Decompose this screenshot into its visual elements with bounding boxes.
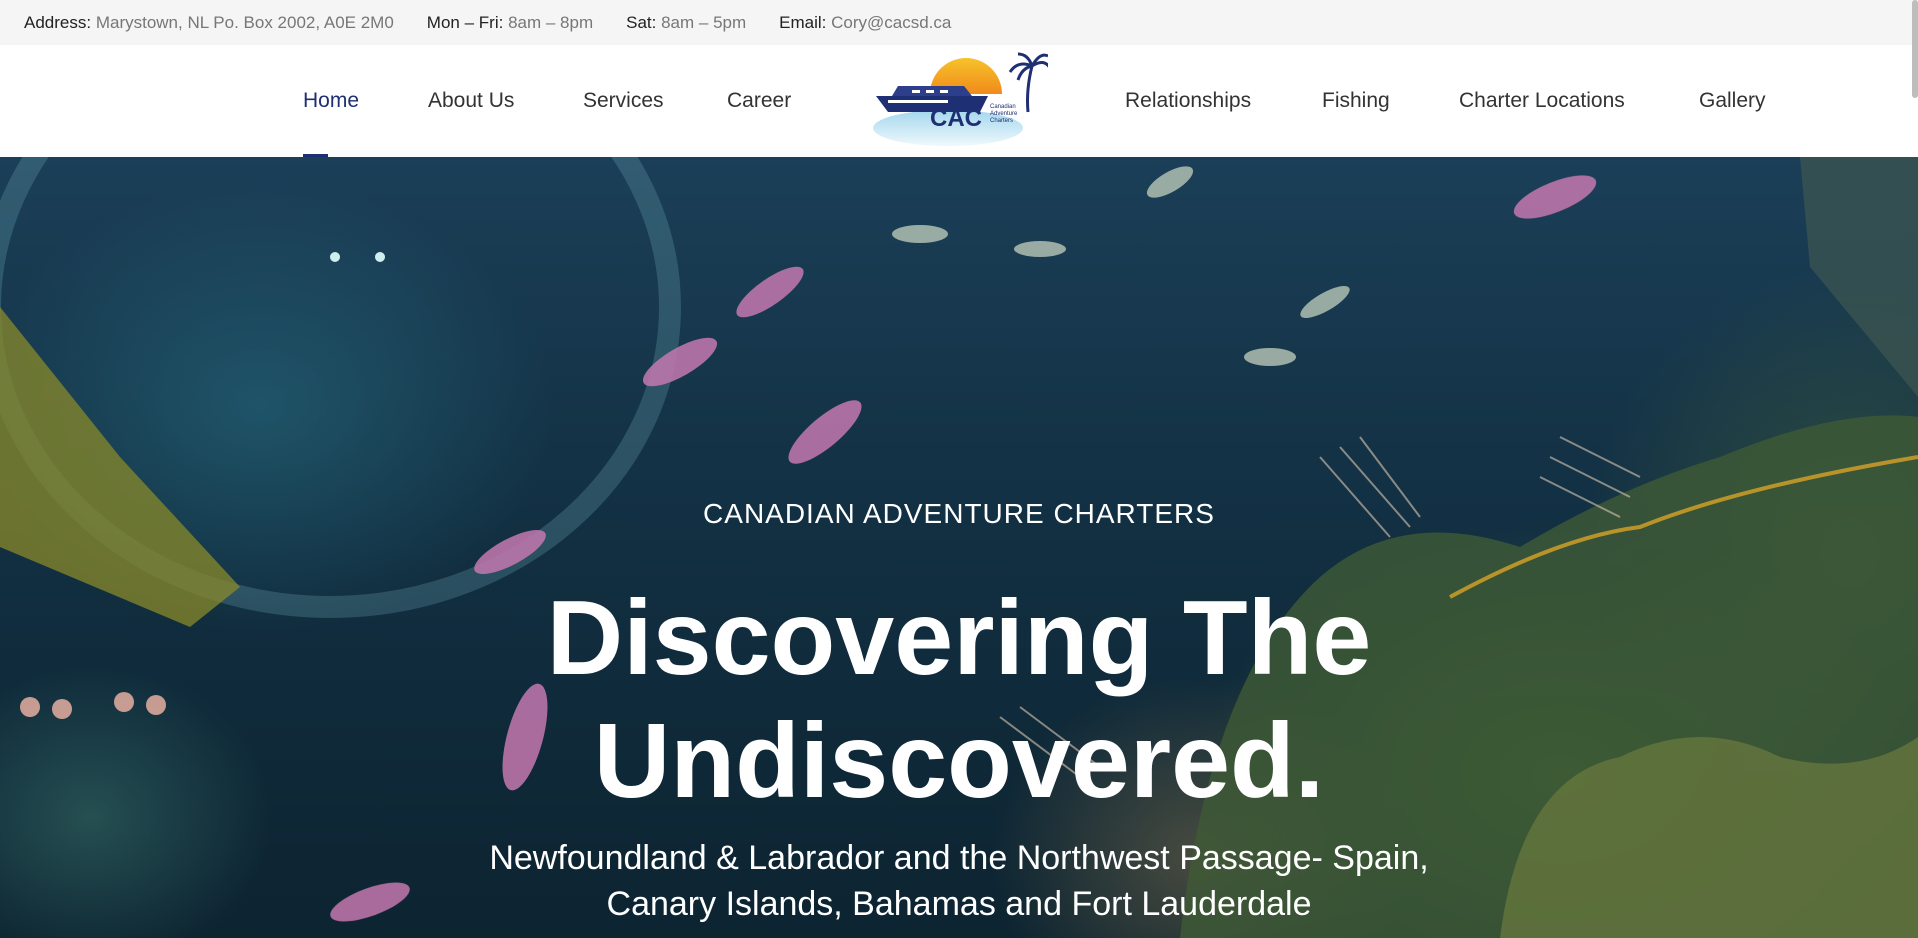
logo-graphic: CAC Canadian Adventure Charters <box>873 52 1052 146</box>
nav-item-career[interactable]: Career <box>727 45 791 157</box>
hero-title: Discovering The Undiscovered. <box>0 577 1918 823</box>
logo-tagline: Charters <box>990 118 1013 124</box>
site-logo[interactable]: CAC Canadian Adventure Charters <box>868 50 1052 146</box>
address-label: Address: <box>24 12 92 32</box>
scrollbar-thumb[interactable] <box>1912 0 1918 98</box>
nav-item-label: Services <box>583 89 664 112</box>
nav-item-label: Charter Locations <box>1459 89 1625 112</box>
logo-tagline: Canadian <box>990 104 1016 110</box>
nav-item-label: Gallery <box>1699 89 1766 112</box>
email-link[interactable]: Cory@cacsd.ca <box>831 13 951 32</box>
nav-item-fishing[interactable]: Fishing <box>1322 45 1390 157</box>
hero-subtitle-line: Newfoundland & Labrador and the Northwes… <box>489 839 1429 877</box>
nav-item-label: Fishing <box>1322 89 1390 112</box>
weekday-hours-label: Mon – Fri: <box>426 12 504 32</box>
logo-tagline: Adventure <box>990 111 1018 117</box>
nav-item-label: About Us <box>428 89 515 112</box>
hero-eyebrow: CANADIAN ADVENTURE CHARTERS <box>703 498 1215 529</box>
nav-item-label: Home <box>303 89 360 112</box>
address-info: Address: Marystown, NL Po. Box 2002, A0E… <box>24 13 394 33</box>
nav-item-home[interactable]: Home <box>303 45 359 157</box>
saturday-hours-info: Sat: 8am – 5pm <box>626 13 746 33</box>
hero-section: CANADIAN ADVENTURE CHARTERS Discovering … <box>0 157 1918 938</box>
top-info-bar: Address: Marystown, NL Po. Box 2002, A0E… <box>0 0 1918 45</box>
email-label: Email: <box>779 12 827 32</box>
email-info: Email: Cory@cacsd.ca <box>779 13 951 33</box>
nav-item-gallery[interactable]: Gallery <box>1699 45 1766 157</box>
nav-item-about-us[interactable]: About Us <box>428 45 514 157</box>
nav-item-label: Career <box>727 89 792 112</box>
saturday-hours-value: 8am – 5pm <box>661 12 747 32</box>
address-value: Marystown, NL Po. Box 2002, A0E 2M0 <box>95 12 394 32</box>
nav-item-charter-locations[interactable]: Charter Locations <box>1459 45 1625 157</box>
weekday-hours-info: Mon – Fri: 8am – 8pm <box>427 13 593 33</box>
saturday-hours-label: Sat: <box>626 12 657 32</box>
hero-subtitle-line: Canary Islands, Bahamas and Fort Lauderd… <box>606 885 1312 923</box>
hero-title-line: Discovering The <box>546 579 1372 697</box>
hero-title-line: Undiscovered. <box>593 702 1325 820</box>
hero-subtitle: Newfoundland & Labrador and the Northwes… <box>0 835 1918 927</box>
nav-item-label: Relationships <box>1125 89 1252 112</box>
logo-text: CAC <box>930 105 982 132</box>
nav-item-services[interactable]: Services <box>583 45 664 157</box>
nav-item-relationships[interactable]: Relationships <box>1125 45 1251 157</box>
weekday-hours-value: 8am – 8pm <box>508 12 594 32</box>
palm-tree-icon <box>1008 52 1052 113</box>
